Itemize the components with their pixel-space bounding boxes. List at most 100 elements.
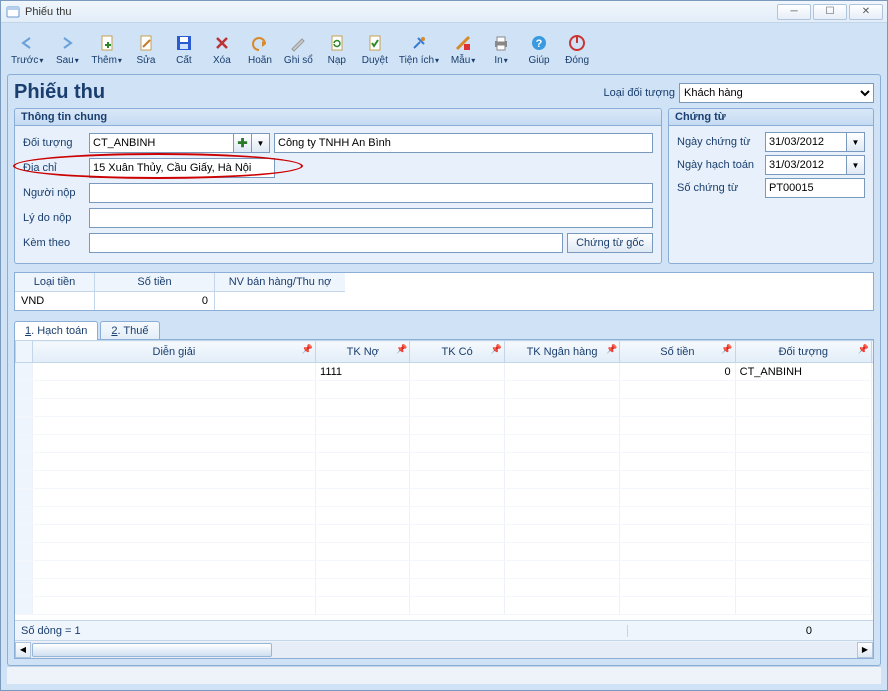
minimize-button[interactable]: ─ xyxy=(777,4,811,20)
table-row[interactable] xyxy=(16,597,874,615)
col-tk-no[interactable]: TK Nợ📌 xyxy=(316,341,410,363)
object-code-input[interactable] xyxy=(89,133,234,153)
undo-icon xyxy=(250,33,270,53)
payer-label: Người nộp xyxy=(23,187,89,199)
delete-button[interactable]: Xóa xyxy=(204,31,240,68)
maximize-button[interactable]: ☐ xyxy=(813,4,847,20)
attach-input[interactable] xyxy=(89,233,563,253)
col-so-tien[interactable]: Số tiền📌 xyxy=(620,341,735,363)
currency-value: VND xyxy=(15,292,95,310)
table-row[interactable] xyxy=(16,435,874,453)
utility-button[interactable]: Tiện ích▾ xyxy=(395,31,443,68)
scroll-left-button[interactable]: ◀ xyxy=(15,642,31,658)
chrome: Trước▾ Sau▾ Thêm▾ Sửa Cất Xóa Hoãn Ghi s… xyxy=(1,23,887,690)
approve-button[interactable]: Duyệt xyxy=(357,31,393,68)
col-tk-ngan-hang[interactable]: TK Ngân hàng📌 xyxy=(504,341,619,363)
document-check-icon xyxy=(365,33,385,53)
grid-total: 0 xyxy=(718,625,818,637)
table-row[interactable] xyxy=(16,525,874,543)
grid-container: Diễn giải📌 TK Nợ📌 TK Có📌 TK Ngân hàng📌 S… xyxy=(14,339,874,659)
content-area: Phiếu thu Loại đối tượng Khách hàng Thôn… xyxy=(7,74,881,666)
grid-h-scrollbar[interactable]: ◀ ▶ xyxy=(15,640,873,658)
object-type-select[interactable]: Khách hàng xyxy=(679,83,874,103)
document-panel-header: Chứng từ xyxy=(669,109,873,126)
svg-text:?: ? xyxy=(536,38,543,50)
table-row[interactable]: 11110CT_ANBINH xyxy=(16,363,874,381)
amount-header: Số tiền xyxy=(95,273,215,292)
doc-date-input[interactable] xyxy=(765,132,847,152)
table-row[interactable] xyxy=(16,543,874,561)
doc-date-picker-button[interactable]: ▼ xyxy=(847,132,865,152)
general-info-panel: Thông tin chung Đối tượng ✚ ▼ Địa chỉ xyxy=(14,108,662,264)
acct-date-picker-button[interactable]: ▼ xyxy=(847,155,865,175)
close-window-button[interactable]: ✕ xyxy=(849,4,883,20)
col-tk-co[interactable]: TK Có📌 xyxy=(410,341,504,363)
document-add-icon xyxy=(97,33,117,53)
print-button[interactable]: In▾ xyxy=(483,31,519,68)
doc-no-input[interactable] xyxy=(765,178,865,198)
forward-button[interactable]: Sau▾ xyxy=(49,31,85,68)
tools-icon xyxy=(409,33,429,53)
object-name-input[interactable] xyxy=(274,133,653,153)
row-selector-header xyxy=(16,341,33,363)
tab-accounting[interactable]: 1. Hạch toán xyxy=(14,321,98,340)
pin-icon: 📌 xyxy=(858,344,869,355)
payer-input[interactable] xyxy=(89,183,653,203)
power-icon xyxy=(567,33,587,53)
scroll-thumb[interactable] xyxy=(32,643,272,657)
original-doc-button[interactable]: Chứng từ gốc xyxy=(567,233,653,253)
window-title: Phiếu thu xyxy=(25,6,777,18)
close-button[interactable]: Đóng xyxy=(559,31,595,68)
doc-no-label: Số chứng từ xyxy=(677,182,765,194)
pin-icon: 📌 xyxy=(396,344,407,355)
currency-header: Loại tiền xyxy=(15,273,95,292)
edit-button[interactable]: Sửa xyxy=(128,31,164,68)
help-icon: ? xyxy=(529,33,549,53)
acct-date-input[interactable] xyxy=(765,155,847,175)
object-type-label: Loại đối tượng xyxy=(604,87,675,99)
titlebar: Phiếu thu ─ ☐ ✕ xyxy=(1,1,887,23)
tab-tax[interactable]: 2. Thuế xyxy=(100,321,159,340)
back-button[interactable]: Trước▾ xyxy=(7,31,47,68)
address-label: Địa chỉ xyxy=(23,162,89,174)
object-label: Đối tượng xyxy=(23,137,89,149)
col-doi-tuong[interactable]: Đối tượng📌 xyxy=(735,341,871,363)
help-button[interactable]: ?Giúp xyxy=(521,31,557,68)
table-row[interactable] xyxy=(16,417,874,435)
outer-scrollbar[interactable] xyxy=(7,666,881,684)
reload-button[interactable]: Nạp xyxy=(319,31,355,68)
arrow-right-icon xyxy=(57,33,77,53)
col-muc[interactable]: Mục t xyxy=(872,341,874,363)
add-button[interactable]: Thêm▾ xyxy=(87,31,126,68)
app-window: Phiếu thu ─ ☐ ✕ Trước▾ Sau▾ Thêm▾ Sửa Cấ… xyxy=(0,0,888,691)
table-row[interactable] xyxy=(16,381,874,399)
undo-button[interactable]: Hoãn xyxy=(242,31,278,68)
document-panel: Chứng từ Ngày chứng từ ▼ Ngày hạch toán … xyxy=(668,108,874,264)
table-row[interactable] xyxy=(16,489,874,507)
col-dien-giai[interactable]: Diễn giải📌 xyxy=(32,341,315,363)
post-button[interactable]: Ghi sổ xyxy=(280,31,317,68)
scroll-right-button[interactable]: ▶ xyxy=(857,642,873,658)
reason-input[interactable] xyxy=(89,208,653,228)
acct-date-label: Ngày hạch toán xyxy=(677,159,765,171)
object-dropdown-button[interactable]: ▼ xyxy=(252,133,270,153)
object-add-button[interactable]: ✚ xyxy=(234,133,252,153)
table-row[interactable] xyxy=(16,579,874,597)
address-input[interactable] xyxy=(89,158,275,178)
summary-strip: Loại tiền VND Số tiền 0 NV bán hàng/Thu … xyxy=(14,272,874,311)
table-row[interactable] xyxy=(16,507,874,525)
table-row[interactable] xyxy=(16,561,874,579)
table-row[interactable] xyxy=(16,453,874,471)
tab-strip: 1. Hạch toán 2. Thuế xyxy=(14,321,874,340)
attach-label: Kèm theo xyxy=(23,237,89,249)
arrow-left-icon xyxy=(17,33,37,53)
table-row[interactable] xyxy=(16,399,874,417)
reload-icon xyxy=(327,33,347,53)
template-button[interactable]: Mẫu▾ xyxy=(445,31,481,68)
data-grid[interactable]: Diễn giải📌 TK Nợ📌 TK Có📌 TK Ngân hàng📌 S… xyxy=(15,340,873,620)
general-info-header: Thông tin chung xyxy=(15,109,661,126)
app-icon xyxy=(5,4,21,20)
amount-value: 0 xyxy=(95,292,215,310)
table-row[interactable] xyxy=(16,471,874,489)
save-button[interactable]: Cất xyxy=(166,31,202,68)
